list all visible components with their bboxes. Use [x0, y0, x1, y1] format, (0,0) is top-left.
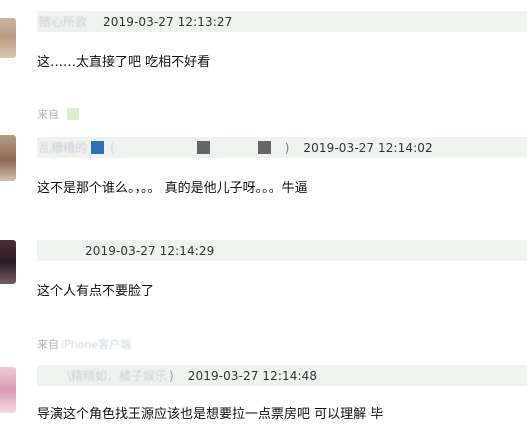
- comment-text: 导演这个角色找王源应该也是想要拉一点票房吧 可以理解 毕: [37, 407, 384, 422]
- comment-header: 随心所欲 2019-03-27 12:13:27: [37, 11, 527, 32]
- username-link[interactable]: \精精如，橘子娱乐: [67, 367, 167, 384]
- avatar[interactable]: [0, 135, 16, 181]
- avatar[interactable]: [0, 18, 16, 58]
- comment-text: 这不是那个谁么。，。。 真的是他儿子呀。。。牛逼: [37, 181, 308, 196]
- comment-header: 2019-03-27 12:14:29: [37, 240, 527, 261]
- source-label: 来自: [37, 338, 59, 351]
- source-app[interactable]: iPhone客户端: [61, 336, 131, 352]
- timestamp: 2019-03-27 12:14:48: [187, 368, 318, 383]
- avatar[interactable]: [0, 240, 16, 284]
- username-link[interactable]: 随心所欲: [39, 13, 87, 30]
- client-icon: [67, 108, 79, 120]
- comment-header: \精精如，橘子娱乐 ) 2019-03-27 12:14:48: [37, 365, 527, 386]
- username-close: ): [284, 140, 290, 155]
- timestamp: 2019-03-27 12:13:27: [103, 14, 233, 29]
- username-extra: (: [110, 140, 115, 155]
- avatar[interactable]: [0, 367, 16, 413]
- username-link[interactable]: 乱糟糟的: [39, 139, 87, 156]
- comment-text: 这个人有点不要脸了: [37, 284, 155, 299]
- source-label: 来自: [37, 108, 59, 121]
- comment-text: 这……太直接了吧 吃相不好看: [37, 55, 211, 70]
- source-line: 来自 iPhone客户端: [37, 336, 131, 352]
- timestamp: 2019-03-27 12:14:29: [85, 243, 215, 258]
- source-line: 来自: [37, 106, 79, 122]
- comment-header: 乱糟糟的 ( ) 2019-03-27 12:14:02: [37, 137, 527, 158]
- timestamp: 2019-03-27 12:14:02: [303, 140, 433, 155]
- badge-icon: [91, 141, 105, 154]
- emoji-icon: [257, 141, 271, 154]
- emoji-icon: [196, 141, 210, 154]
- username-close: ): [169, 368, 174, 383]
